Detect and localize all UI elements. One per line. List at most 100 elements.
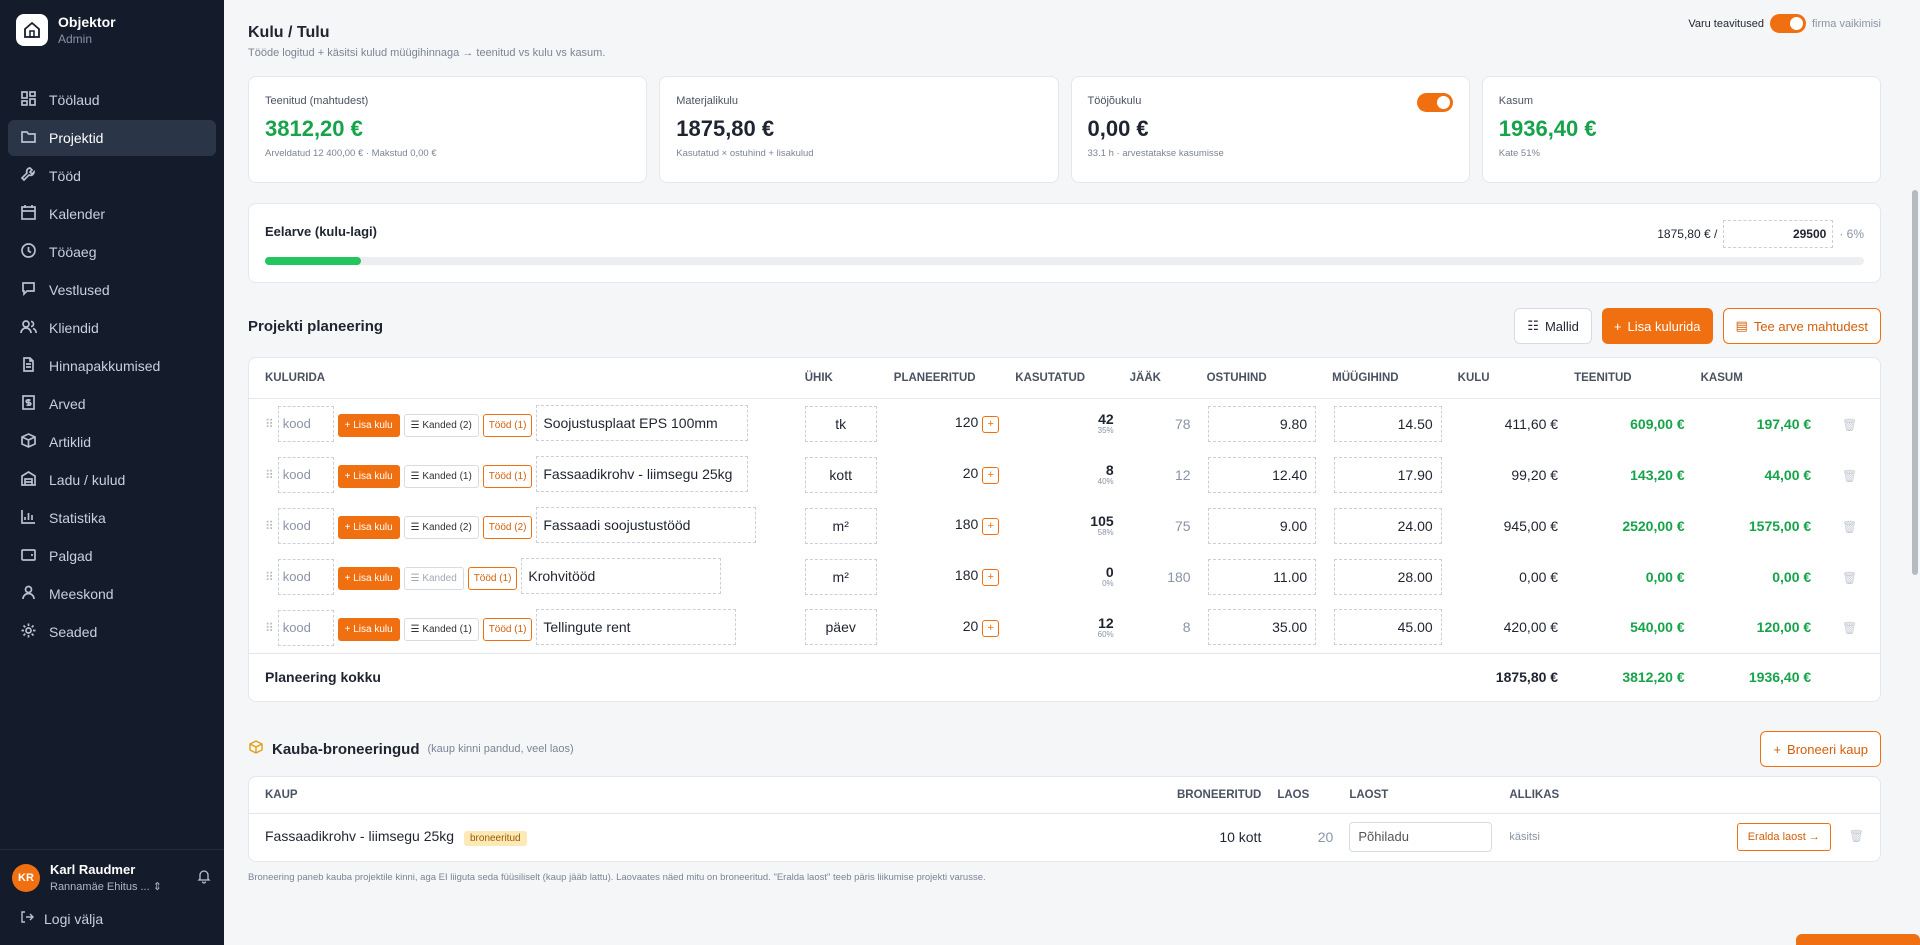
buy-price-input[interactable]: 12.40 bbox=[1208, 456, 1317, 493]
add-cost-button[interactable]: + Lisa kulu bbox=[337, 617, 400, 641]
plus-icon[interactable]: + bbox=[982, 619, 1000, 637]
reservation-qty: 10 kott bbox=[1219, 829, 1262, 846]
trash-icon[interactable]: 🗑 bbox=[1842, 571, 1857, 585]
sell-price-input[interactable]: 14.50 bbox=[1333, 405, 1442, 442]
used-qty: 8 bbox=[1105, 462, 1114, 478]
unit-input[interactable]: tk bbox=[804, 405, 877, 442]
unit-input[interactable]: kott bbox=[804, 456, 877, 493]
sidebar-item-label: Meeskond bbox=[49, 586, 114, 602]
stat-label: Tööjõukulu bbox=[1087, 95, 1142, 107]
budget-progress-bar bbox=[265, 257, 1864, 265]
drag-handle-icon[interactable]: ⠿ bbox=[265, 621, 274, 635]
code-input[interactable]: kood bbox=[277, 406, 334, 443]
drag-handle-icon[interactable]: ⠿ bbox=[265, 468, 274, 482]
sidebar-item-palgad[interactable]: Palgad bbox=[8, 538, 216, 574]
drag-handle-icon[interactable]: ⠿ bbox=[265, 417, 274, 431]
sidebar-item-projektid[interactable]: Projektid bbox=[8, 120, 216, 156]
buy-price-input[interactable]: 11.00 bbox=[1208, 558, 1317, 595]
code-input[interactable]: kood bbox=[277, 609, 334, 646]
user-box[interactable]: KR Karl Raudmer Rannamäe Ehitus ... ⇕ bbox=[0, 849, 224, 893]
invoice-button[interactable]: ▤ Tee arve mahtudest bbox=[1722, 308, 1881, 344]
col-header: KULURIDA bbox=[249, 358, 797, 399]
cost-line-name-input[interactable]: Tellingute rent bbox=[536, 608, 737, 645]
warehouse-select[interactable]: Põhiladu bbox=[1349, 822, 1493, 853]
add-cost-line-button[interactable]: + Lisa kulurida bbox=[1601, 308, 1713, 344]
stock-alert-toggle[interactable] bbox=[1769, 14, 1806, 33]
entries-button[interactable]: ☰ Kanded (2) bbox=[403, 516, 479, 539]
sidebar-item-label: Kliendid bbox=[49, 320, 99, 336]
sidebar-item-kalender[interactable]: Kalender bbox=[8, 196, 216, 232]
add-cost-button[interactable]: + Lisa kulu bbox=[337, 516, 400, 539]
drag-handle-icon[interactable]: ⠿ bbox=[265, 519, 274, 533]
earned-value: 0,00 € bbox=[1645, 568, 1685, 585]
works-button[interactable]: Tööd (1) bbox=[482, 617, 533, 641]
col-header: PLANEERITUD bbox=[885, 358, 1008, 399]
plus-icon[interactable]: + bbox=[982, 569, 1000, 586]
sell-price-input[interactable]: 17.90 bbox=[1333, 456, 1442, 493]
sidebar-item-artiklid[interactable]: Artiklid bbox=[8, 424, 216, 460]
entries-button[interactable]: ☰ Kanded (1) bbox=[403, 465, 479, 488]
sell-price-input[interactable]: 45.00 bbox=[1333, 609, 1442, 646]
buy-price-input[interactable]: 9.00 bbox=[1208, 507, 1317, 544]
bell-icon[interactable] bbox=[196, 868, 212, 887]
trash-icon[interactable]: 🗑 bbox=[1842, 418, 1857, 432]
unit-input[interactable]: m² bbox=[804, 507, 877, 544]
sidebar-item-vestlused[interactable]: Vestlused bbox=[8, 272, 216, 308]
sidebar-item-tööd[interactable]: Tööd bbox=[8, 158, 216, 194]
works-button[interactable]: Tööd (1) bbox=[482, 465, 533, 488]
code-input[interactable]: kood bbox=[277, 457, 334, 493]
code-input[interactable]: kood bbox=[277, 508, 334, 544]
logout-button[interactable]: Logi välja bbox=[20, 910, 103, 927]
brand-name: Objektor bbox=[58, 14, 116, 30]
plus-icon[interactable]: + bbox=[982, 416, 1000, 434]
sell-price-input[interactable]: 24.00 bbox=[1333, 507, 1442, 544]
sidebar-item-ladu-kulud[interactable]: Ladu / kulud bbox=[8, 462, 216, 498]
sidebar-item-tööaeg[interactable]: Tööaeg bbox=[8, 234, 216, 270]
trash-icon[interactable]: 🗑 bbox=[1842, 621, 1857, 635]
add-cost-button[interactable]: + Lisa kulu bbox=[337, 465, 400, 488]
sell-price-input[interactable]: 28.00 bbox=[1333, 558, 1442, 595]
sidebar-item-hinnapakkumised[interactable]: Hinnapakkumised bbox=[8, 348, 216, 384]
release-from-stock-button[interactable]: Eralda laost → bbox=[1736, 823, 1831, 852]
sidebar-item-label: Kalender bbox=[49, 206, 106, 222]
unit-input[interactable]: m² bbox=[804, 558, 877, 595]
add-cost-button[interactable]: + Lisa kulu bbox=[337, 414, 400, 438]
add-cost-button[interactable]: + Lisa kulu bbox=[337, 567, 400, 590]
brand[interactable]: Objektor Admin bbox=[0, 0, 224, 60]
cost-line-name-input[interactable]: Soojustusplaat EPS 100mm bbox=[536, 405, 749, 442]
sidebar-item-töölaud[interactable]: Töölaud bbox=[8, 82, 216, 118]
plus-icon[interactable]: + bbox=[982, 467, 1000, 484]
works-button[interactable]: Tööd (2) bbox=[482, 516, 533, 539]
sidebar-item-arved[interactable]: Arved bbox=[8, 386, 216, 422]
sidebar-item-seaded[interactable]: Seaded bbox=[8, 614, 216, 650]
entries-button[interactable]: ☰ Kanded (1) bbox=[403, 617, 479, 641]
cost-line-name-input[interactable]: Fassaadi soojustustööd bbox=[536, 507, 757, 543]
works-button[interactable]: Tööd (1) bbox=[482, 414, 533, 438]
sidebar-item-statistika[interactable]: Statistika bbox=[8, 500, 216, 536]
code-input[interactable]: kood bbox=[277, 559, 334, 595]
budget-limit-input[interactable]: 29500 bbox=[1723, 220, 1834, 248]
entries-button[interactable]: ☰ Kanded (2) bbox=[403, 414, 479, 438]
works-button[interactable]: Tööd (1) bbox=[467, 567, 518, 590]
buy-price-input[interactable]: 35.00 bbox=[1208, 609, 1317, 646]
trash-icon[interactable]: 🗑 bbox=[1842, 469, 1857, 483]
stat-value: 3812,20 € bbox=[265, 116, 363, 141]
sidebar-item-meeskond[interactable]: Meeskond bbox=[8, 576, 216, 612]
drag-handle-icon[interactable]: ⠿ bbox=[265, 570, 274, 584]
bottom-action-button[interactable] bbox=[1796, 934, 1920, 945]
reserve-goods-button[interactable]: + Broneeri kaup bbox=[1760, 731, 1881, 767]
reservations-title: Kauba-broneeringud bbox=[272, 740, 420, 758]
entries-button[interactable]: ☰ Kanded bbox=[403, 567, 464, 590]
templates-button[interactable]: ☷ Mallid bbox=[1514, 308, 1592, 344]
sidebar-item-kliendid[interactable]: Kliendid bbox=[8, 310, 216, 346]
scrollbar[interactable] bbox=[1912, 190, 1918, 575]
labor-toggle[interactable] bbox=[1416, 93, 1453, 112]
trash-icon[interactable]: 🗑 bbox=[1849, 829, 1864, 843]
cost-line-name-input[interactable]: Fassaadikrohv - liimsegu 25kg bbox=[536, 456, 749, 492]
unit-input[interactable]: päev bbox=[804, 609, 877, 646]
plus-icon[interactable]: + bbox=[982, 518, 1000, 535]
trash-icon[interactable]: 🗑 bbox=[1842, 520, 1857, 534]
buy-price-input[interactable]: 9.80 bbox=[1208, 405, 1317, 442]
user-company[interactable]: Rannamäe Ehitus ... ⇕ bbox=[50, 880, 186, 893]
cost-line-name-input[interactable]: Krohvitööd bbox=[521, 558, 722, 594]
